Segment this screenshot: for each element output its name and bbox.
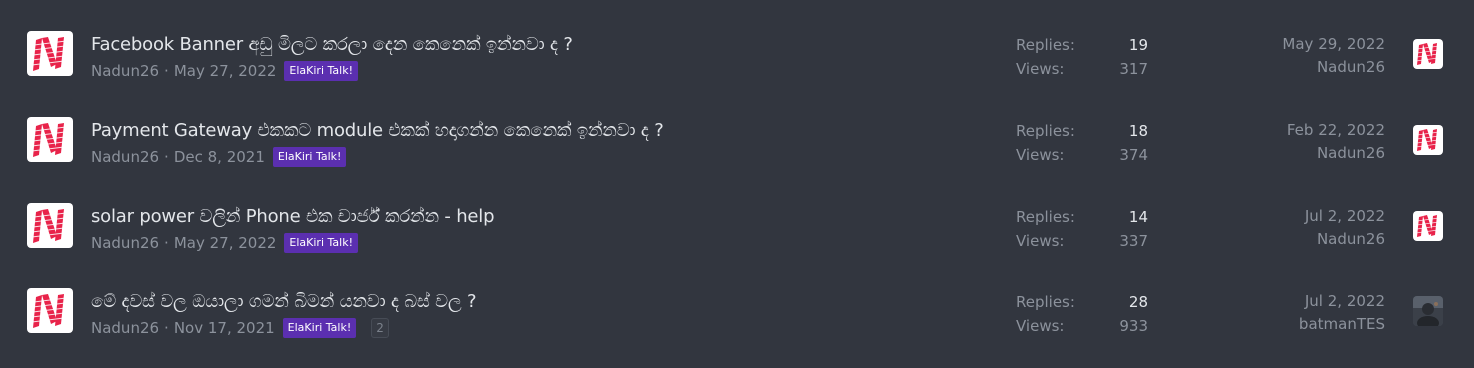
thread-row: Facebook Banner අඩු මිලට කරලා දෙන කෙනෙක්… <box>0 10 1474 96</box>
last-post-date-link[interactable]: May 29, 2022 <box>1282 35 1385 53</box>
page-jump-link[interactable]: 2 <box>371 318 389 338</box>
thread-start-date[interactable]: May 27, 2022 <box>174 62 277 80</box>
last-post-user-link[interactable]: batmanTES <box>1299 315 1385 333</box>
last-poster-avatar[interactable] <box>1413 296 1443 326</box>
views-count: 317 <box>1119 60 1148 78</box>
n-logo-icon <box>31 123 67 157</box>
thread-prefix-badge[interactable]: ElaKiri Talk! <box>284 61 358 81</box>
thread-row: Payment Gateway එකකට module එකක් හදාගන්න… <box>0 96 1474 182</box>
last-poster-avatar[interactable] <box>1413 39 1443 69</box>
views-count: 933 <box>1119 317 1148 335</box>
n-logo-icon <box>1415 215 1440 237</box>
replies-label: Replies: <box>1016 122 1075 140</box>
thread-title-link[interactable]: solar power වලින් Phone එක චාර්ජ් කරන්න … <box>91 206 495 227</box>
replies-label: Replies: <box>1016 293 1075 311</box>
thread-meta: Nadun26 · May 27, 2022 ElaKiri Talk! <box>91 61 358 81</box>
thread-start-date[interactable]: Dec 8, 2021 <box>174 148 265 166</box>
last-poster-avatar[interactable] <box>1413 211 1443 241</box>
views-label: Views: <box>1016 317 1065 335</box>
last-post-user-link[interactable]: Nadun26 <box>1317 58 1385 76</box>
n-logo-icon <box>31 209 67 243</box>
n-logo-icon <box>31 37 67 71</box>
replies-count: 18 <box>1128 122 1148 140</box>
replies-count: 14 <box>1128 208 1148 226</box>
thread-meta: Nadun26 · Nov 17, 2021 ElaKiri Talk! 2 <box>91 318 389 338</box>
meta-separator: · <box>164 148 169 166</box>
meta-separator: · <box>164 62 169 80</box>
thread-row: මේ දවස් වල ඔයාලා ගමන් බිමන් යනවා ද බස් ව… <box>0 267 1474 353</box>
last-post-user-link[interactable]: Nadun26 <box>1317 144 1385 162</box>
author-avatar[interactable] <box>27 203 73 248</box>
thread-row: solar power වලින් Phone එක චාර්ජ් කරන්න … <box>0 182 1474 268</box>
thread-title-link[interactable]: Facebook Banner අඩු මිලට කරලා දෙන කෙනෙක්… <box>91 34 573 55</box>
thread-author-link[interactable]: Nadun26 <box>91 234 159 252</box>
views-count: 374 <box>1119 146 1148 164</box>
last-post-date-link[interactable]: Jul 2, 2022 <box>1305 292 1385 310</box>
replies-label: Replies: <box>1016 208 1075 226</box>
meta-separator: · <box>164 234 169 252</box>
replies-label: Replies: <box>1016 36 1075 54</box>
thread-title-link[interactable]: මේ දවස් වල ඔයාලා ගමන් බිමන් යනවා ද බස් ව… <box>91 291 477 312</box>
meta-separator: · <box>164 319 169 337</box>
last-post-date-link[interactable]: Feb 22, 2022 <box>1287 121 1385 139</box>
thread-title-link[interactable]: Payment Gateway එකකට module එකක් හදාගන්න… <box>91 120 664 141</box>
thread-start-date[interactable]: Nov 17, 2021 <box>174 319 275 337</box>
author-avatar[interactable] <box>27 288 73 333</box>
author-avatar[interactable] <box>27 31 73 76</box>
replies-count: 28 <box>1128 293 1148 311</box>
user-photo-icon <box>1413 296 1443 326</box>
views-count: 337 <box>1119 232 1148 250</box>
thread-prefix-badge[interactable]: ElaKiri Talk! <box>284 233 358 253</box>
n-logo-icon <box>31 294 67 328</box>
last-post-date-link[interactable]: Jul 2, 2022 <box>1305 207 1385 225</box>
thread-prefix-badge[interactable]: ElaKiri Talk! <box>272 147 347 167</box>
thread-prefix-badge[interactable]: ElaKiri Talk! <box>282 318 357 338</box>
thread-start-date[interactable]: May 27, 2022 <box>174 234 277 252</box>
last-poster-avatar[interactable] <box>1413 125 1443 155</box>
replies-count: 19 <box>1128 36 1148 54</box>
thread-author-link[interactable]: Nadun26 <box>91 62 159 80</box>
views-label: Views: <box>1016 146 1065 164</box>
views-label: Views: <box>1016 60 1065 78</box>
thread-author-link[interactable]: Nadun26 <box>91 148 159 166</box>
thread-author-link[interactable]: Nadun26 <box>91 319 159 337</box>
author-avatar[interactable] <box>27 117 73 162</box>
n-logo-icon <box>1415 43 1440 65</box>
views-label: Views: <box>1016 232 1065 250</box>
thread-meta: Nadun26 · May 27, 2022 ElaKiri Talk! <box>91 233 358 253</box>
thread-meta: Nadun26 · Dec 8, 2021 ElaKiri Talk! <box>91 147 347 167</box>
thread-list: Facebook Banner අඩු මිලට කරලා දෙන කෙනෙක්… <box>0 0 1474 368</box>
n-logo-icon <box>1415 129 1440 151</box>
last-post-user-link[interactable]: Nadun26 <box>1317 230 1385 248</box>
